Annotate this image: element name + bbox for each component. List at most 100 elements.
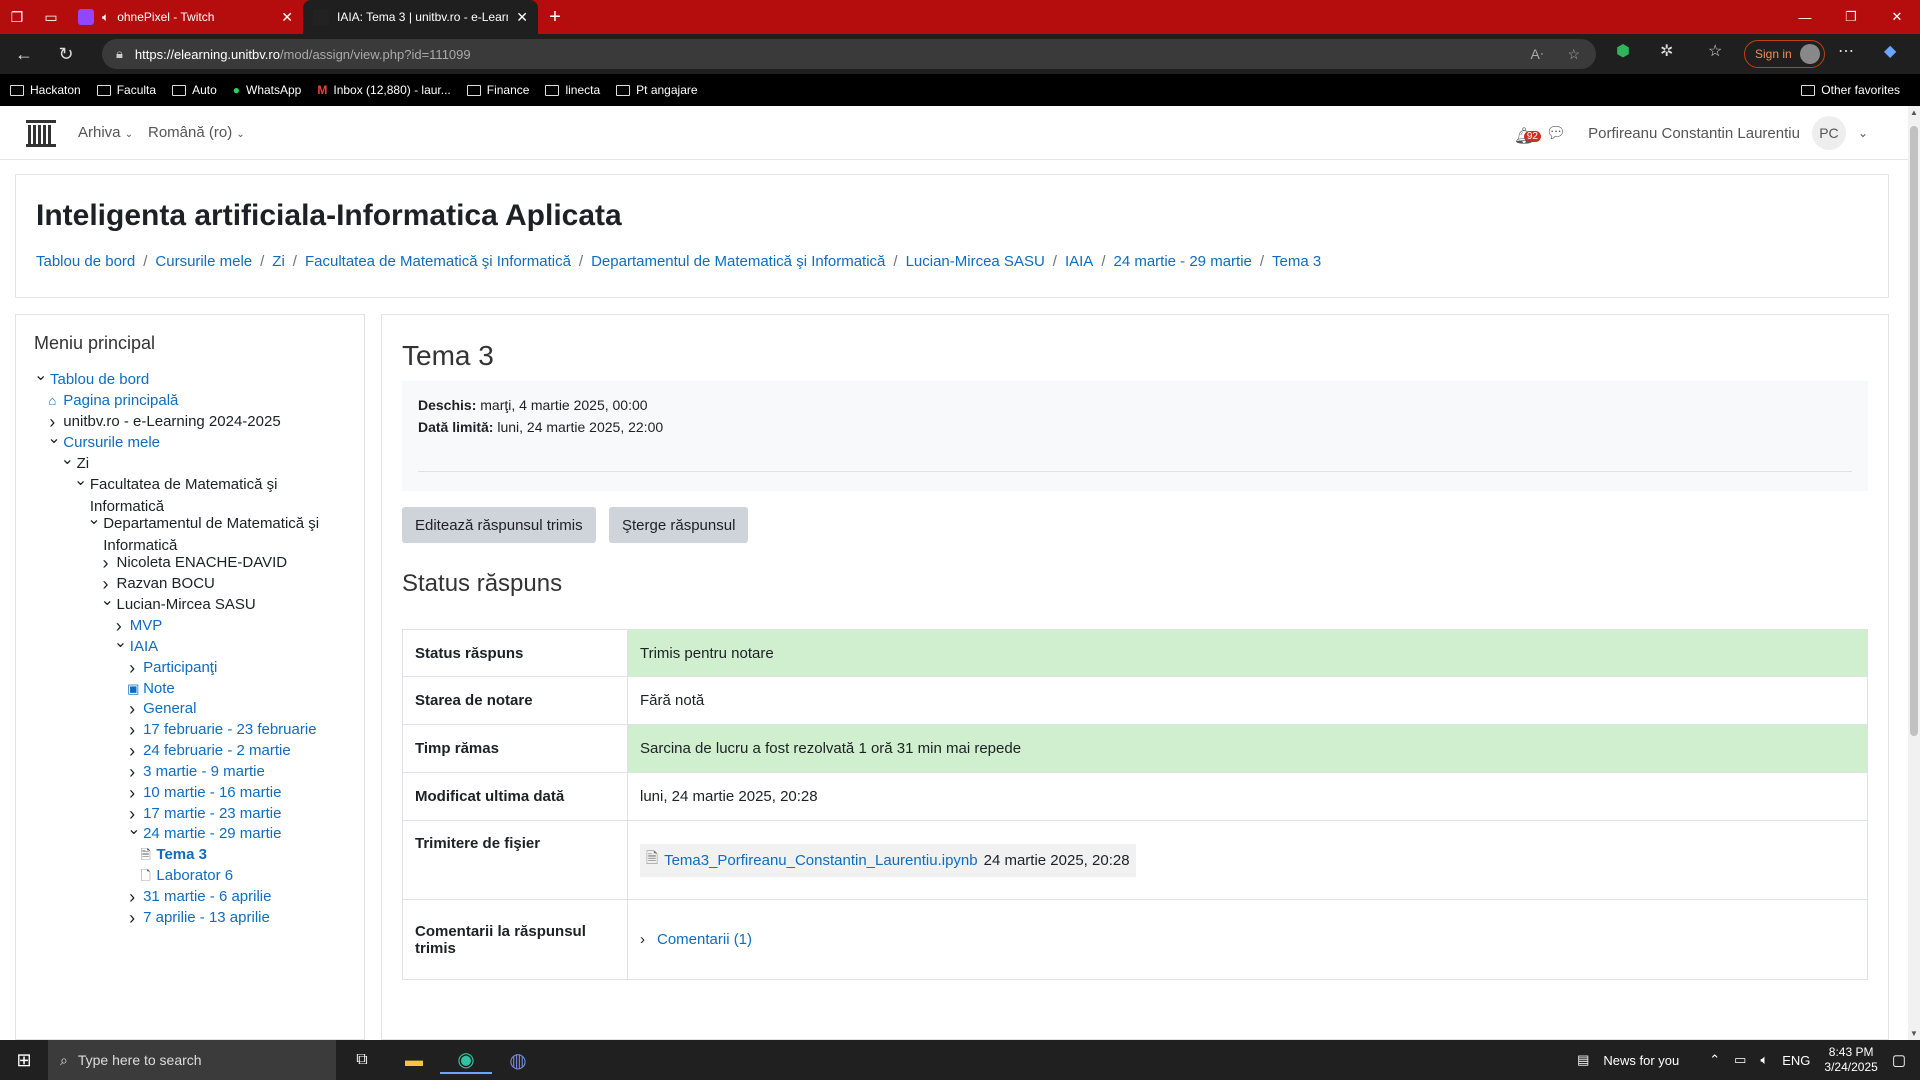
nav-tree-label[interactable]: Cursurile mele	[63, 432, 160, 454]
scroll-down-icon[interactable]: ▼	[1908, 1029, 1920, 1038]
discord-icon[interactable]: ◍	[492, 1048, 544, 1073]
assignment-icon[interactable]: 🗎︎	[140, 844, 150, 866]
nav-tree-item[interactable]: ⌄ Facultatea de Matematică şi Informatică	[74, 473, 334, 518]
breadcrumb-item[interactable]: Departamentul de Matematică şi Informati…	[591, 253, 885, 270]
unitbv-logo-icon[interactable]	[26, 118, 56, 148]
chevron-down-icon[interactable]: ⌄	[114, 635, 127, 651]
nav-tree-label[interactable]: Tema 3	[156, 844, 207, 866]
bookmark-hackaton[interactable]: Hackaton	[10, 83, 81, 97]
bookmark-auto[interactable]: Auto	[172, 83, 217, 97]
restore-icon[interactable]: ❐	[1828, 0, 1874, 34]
user-name[interactable]: Porfireanu Constantin Laurentiu	[1588, 125, 1800, 142]
tab-iaia[interactable]: IAIA: Tema 3 | unitbv.ro - e-Learni ✕	[303, 0, 538, 34]
nav-tree-label[interactable]: 31 martie - 6 aprilie	[143, 886, 271, 908]
nav-tree-item[interactable]: ⌂ Pagina principală	[47, 390, 178, 412]
shield-extension-icon[interactable]: ⬢	[1616, 41, 1630, 61]
nav-tree-item[interactable]: › Razvan BOCU	[101, 573, 215, 595]
nav-tree-label[interactable]: Note	[143, 678, 175, 700]
favorite-star-icon[interactable]: ☆	[1567, 46, 1580, 63]
chevron-right-icon[interactable]: ›	[127, 740, 137, 762]
read-aloud-icon[interactable]: Aᐧ	[1531, 46, 1544, 63]
new-tab-icon[interactable]: +	[538, 6, 572, 29]
chevron-down-icon[interactable]: ⌄	[1858, 126, 1868, 140]
nav-tree-item[interactable]: 🗎︎ Tema 3	[140, 844, 207, 866]
breadcrumb-item[interactable]: Facultatea de Matematică şi Informatică	[305, 253, 571, 270]
language-indicator[interactable]: ENG	[1782, 1053, 1810, 1068]
breadcrumb-item[interactable]: Tablou de bord	[36, 253, 135, 270]
breadcrumb-item[interactable]: Zi	[272, 253, 285, 270]
chevron-right-icon[interactable]: ›	[127, 698, 137, 720]
nav-tree-item[interactable]: › Participanţi	[127, 657, 217, 679]
workspaces-icon[interactable]: ❐	[0, 0, 34, 34]
taskbar-search-input[interactable]: ⌕ Type here to search	[48, 1040, 336, 1080]
nav-tree-item[interactable]: 🗋︎ Laborator 6	[140, 865, 233, 887]
nav-tree-item[interactable]: ⌄ Departamentul de Matematică şi Informat…	[87, 512, 334, 557]
tab-twitch[interactable]: 🔈︎ ohnePixel - Twitch ✕	[68, 0, 303, 34]
remove-submission-button[interactable]: Şterge răspunsul	[609, 507, 749, 543]
volume-icon[interactable]: 🔈︎	[1760, 1052, 1768, 1068]
archive-menu[interactable]: Arhiva ⌄	[78, 124, 133, 141]
bookmark-pt-angajare[interactable]: Pt angajare	[616, 83, 698, 97]
bookmark-whatsapp[interactable]: ● WhatsApp	[233, 83, 302, 97]
speaker-icon[interactable]: 🔈︎	[102, 10, 109, 25]
home-icon[interactable]: ⌂	[47, 390, 57, 412]
breadcrumb-item[interactable]: Cursurile mele	[155, 253, 252, 270]
nav-tree-item[interactable]: › 7 aprilie - 13 aprilie	[127, 907, 270, 929]
chevron-down-icon[interactable]: ⌄	[74, 473, 87, 489]
nav-tree-item[interactable]: › General	[127, 698, 196, 720]
sign-in-button[interactable]: Sign in	[1744, 40, 1825, 68]
nav-tree-item[interactable]: › 24 februarie - 2 martie	[127, 740, 291, 762]
nav-tree-label[interactable]: Pagina principală	[63, 390, 178, 412]
breadcrumb-item[interactable]: Tema 3	[1272, 253, 1321, 270]
bookmark-inbox[interactable]: M Inbox (12,880) - laur...	[317, 83, 450, 97]
language-menu[interactable]: Română (ro) ⌄	[148, 124, 245, 141]
scrollbar-thumb[interactable]	[1910, 126, 1918, 736]
nav-tree-item[interactable]: ⌄ IAIA	[114, 635, 158, 658]
nav-tree-label[interactable]: 17 martie - 23 martie	[143, 803, 281, 825]
file-link[interactable]: Tema3_Porfireanu_Constantin_Laurentiu.ip…	[664, 852, 978, 869]
nav-tree-item[interactable]: ▣ Note	[127, 678, 175, 700]
nav-tree-item[interactable]: › 17 februarie - 23 februarie	[127, 719, 316, 741]
task-view-icon[interactable]: ⧉	[336, 1051, 388, 1069]
chevron-up-icon[interactable]: ⌃	[1709, 1052, 1720, 1068]
page-icon[interactable]: 🗋︎	[140, 865, 150, 887]
nav-tree-label[interactable]: Tablou de bord	[50, 369, 149, 391]
notifications-center-icon[interactable]: ▢	[1892, 1051, 1906, 1069]
close-tab-icon[interactable]: ✕	[516, 9, 528, 26]
nav-tree-item[interactable]: › unitbv.ro - e-Learning 2024-2025	[47, 411, 280, 433]
nav-tree-item[interactable]: › 3 martie - 9 martie	[127, 761, 265, 783]
scroll-up-icon[interactable]: ▲	[1908, 108, 1920, 117]
news-label[interactable]: News for you	[1603, 1053, 1679, 1068]
chevron-right-icon[interactable]: ›	[127, 907, 137, 929]
close-window-icon[interactable]: ✕	[1874, 0, 1920, 34]
chevron-right-icon[interactable]: ›	[127, 657, 137, 679]
copilot-icon[interactable]: ◆	[1884, 41, 1896, 61]
address-input[interactable]: 🔒︎ https://elearning.unitbv.ro/mod/assig…	[102, 39, 1596, 69]
nav-tree-item[interactable]: ⌄ Lucian-Mircea SASU	[101, 593, 256, 616]
nav-tree-item[interactable]: › 10 martie - 16 martie	[127, 782, 281, 804]
nav-tree-label[interactable]: Laborator 6	[156, 865, 233, 887]
bookmark-faculta[interactable]: Faculta	[96, 83, 156, 97]
nav-tree-label[interactable]: IAIA	[130, 636, 158, 658]
breadcrumb-item[interactable]: 24 martie - 29 martie	[1113, 253, 1251, 270]
chevron-right-icon[interactable]: ›	[127, 886, 137, 908]
nav-tree-label[interactable]: General	[143, 698, 196, 720]
tab-actions-icon[interactable]: ▭	[34, 0, 68, 34]
nav-tree-label[interactable]: 10 martie - 16 martie	[143, 782, 281, 804]
chevron-right-icon[interactable]: ›	[127, 782, 137, 804]
chevron-right-icon[interactable]: ›	[640, 931, 645, 948]
nav-tree-label[interactable]: 24 martie - 29 martie	[143, 823, 281, 845]
minimize-icon[interactable]: —	[1782, 0, 1828, 34]
chevron-right-icon[interactable]: ›	[101, 552, 111, 574]
clock[interactable]: 8:43 PM 3/24/2025	[1824, 1045, 1877, 1075]
messages-icon[interactable]: 💬︎	[1546, 123, 1566, 143]
nav-tree-label[interactable]: 7 aprilie - 13 aprilie	[143, 907, 270, 929]
notifications-button[interactable]: 🔔︎ 92	[1514, 123, 1541, 145]
page-scrollbar[interactable]: ▲ ▼	[1908, 106, 1920, 1040]
edge-icon[interactable]: ◉	[440, 1047, 492, 1074]
chevron-right-icon[interactable]: ›	[127, 761, 137, 783]
chevron-down-icon[interactable]: ⌄	[61, 452, 74, 468]
bookmark-finance[interactable]: Finance	[466, 83, 529, 97]
file-explorer-icon[interactable]: ▬	[388, 1050, 440, 1071]
nav-tree-label[interactable]: 24 februarie - 2 martie	[143, 740, 291, 762]
